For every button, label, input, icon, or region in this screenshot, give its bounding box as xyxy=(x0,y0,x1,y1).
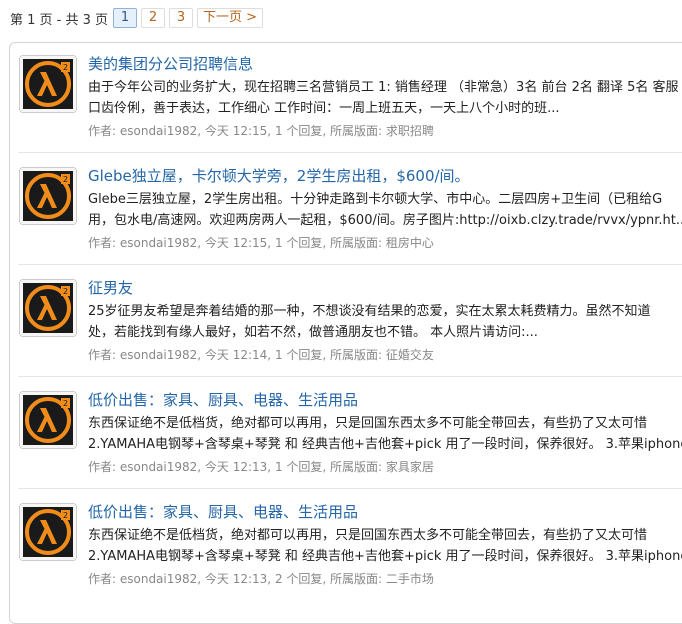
post-excerpt-line: 用，包水电/高速网。欢迎两房两人一起租，$600/间。房子图片:http://o… xyxy=(88,213,682,228)
page-1-button[interactable]: 1 xyxy=(113,8,138,28)
half-life-lambda-icon: 2 xyxy=(23,171,73,221)
post-title[interactable]: 低价出售：家具、厨具、电器、生活用品 xyxy=(88,501,358,522)
post-meta-text: 作者: esondai1982, 今天 12:13, 1 个回复, 所属版面: xyxy=(88,460,386,474)
post-excerpt-line: 处，若能找到有缘人最好，如若不然，做普通朋友也不错。 本人照片请访问:... xyxy=(88,325,538,340)
avatar[interactable]: 2 xyxy=(19,503,77,561)
svg-text:2: 2 xyxy=(63,511,68,520)
forum-link[interactable]: 二手市场 xyxy=(386,572,434,586)
half-life-lambda-icon: 2 xyxy=(23,507,73,557)
post-item: 2 Glebe独立屋，卡尔顿大学旁，2学生房出租，$600/间。 Glebe三层… xyxy=(10,155,682,265)
post-excerpt: Glebe三层独立屋，2学生房出租。十分钟走路到卡尔顿大学、市中心。二层四房+卫… xyxy=(88,189,682,231)
forum-link[interactable]: 征婚交友 xyxy=(386,348,434,362)
svg-text:2: 2 xyxy=(63,399,68,408)
half-life-lambda-icon: 2 xyxy=(23,59,73,109)
post-meta: 作者: esondai1982, 今天 12:13, 1 个回复, 所属版面: … xyxy=(88,458,434,475)
divider xyxy=(18,152,682,153)
post-item: 2 美的集团分公司招聘信息 由于今年公司的业务扩大，现在招聘三名营销员工 1: … xyxy=(10,43,682,153)
post-item: 2 征男友 25岁征男友希望是奔着结婚的那一种，不想谈没有结果的恋爱，实在太累太… xyxy=(10,267,682,377)
divider xyxy=(18,376,682,377)
post-list: 2 美的集团分公司招聘信息 由于今年公司的业务扩大，现在招聘三名营销员工 1: … xyxy=(9,42,682,624)
post-meta-text: 作者: esondai1982, 今天 12:15, 1 个回复, 所属版面: xyxy=(88,236,386,250)
post-title[interactable]: Glebe独立屋，卡尔顿大学旁，2学生房出租，$600/间。 xyxy=(88,165,470,186)
page-2-button[interactable]: 2 xyxy=(141,8,166,28)
post-meta-text: 作者: esondai1982, 今天 12:14, 1 个回复, 所属版面: xyxy=(88,348,386,362)
avatar[interactable]: 2 xyxy=(19,55,77,113)
post-meta-text: 作者: esondai1982, 今天 12:15, 1 个回复, 所属版面: xyxy=(88,124,386,138)
post-excerpt: 25岁征男友希望是奔着结婚的那一种，不想谈没有结果的恋爱，实在太累太耗费精力。虽… xyxy=(88,301,682,343)
post-excerpt-line: 由于今年公司的业务扩大，现在招聘三名营销员工 1: 销售经理 （非常急）3名 前… xyxy=(88,80,679,95)
svg-text:2: 2 xyxy=(63,175,68,184)
divider xyxy=(18,264,682,265)
post-item: 2 低价出售：家具、厨具、电器、生活用品 东西保证绝不是低档货，绝对都可以再用，… xyxy=(10,491,682,601)
post-excerpt-line: 东西保证绝不是低档货，绝对都可以再用，只是回国东西太多不可能全带回去，有些扔了又… xyxy=(88,416,648,431)
page-3-button[interactable]: 3 xyxy=(169,8,194,28)
post-excerpt-line: 东西保证绝不是低档货，绝对都可以再用，只是回国东西太多不可能全带回去，有些扔了又… xyxy=(88,528,648,543)
svg-text:2: 2 xyxy=(63,287,68,296)
post-meta: 作者: esondai1982, 今天 12:14, 1 个回复, 所属版面: … xyxy=(88,346,434,363)
forum-link[interactable]: 家具家居 xyxy=(386,460,434,474)
post-title[interactable]: 美的集团分公司招聘信息 xyxy=(88,53,253,74)
post-title[interactable]: 低价出售：家具、厨具、电器、生活用品 xyxy=(88,389,358,410)
post-excerpt-line: 口齿伶俐，善于表达，工作细心 工作时间：一周上班五天，一天上八个小时的班... xyxy=(88,101,560,116)
post-item: 2 低价出售：家具、厨具、电器、生活用品 东西保证绝不是低档货，绝对都可以再用，… xyxy=(10,379,682,489)
post-meta: 作者: esondai1982, 今天 12:15, 1 个回复, 所属版面: … xyxy=(88,234,434,251)
divider xyxy=(18,488,682,489)
half-life-lambda-icon: 2 xyxy=(23,283,73,333)
post-title[interactable]: 征男友 xyxy=(88,277,133,298)
forum-link[interactable]: 租房中心 xyxy=(386,236,434,250)
pagination: 第 1 页 - 共 3 页 1 2 3 下一页 > xyxy=(10,8,264,28)
avatar[interactable]: 2 xyxy=(19,391,77,449)
avatar[interactable]: 2 xyxy=(19,167,77,225)
post-meta-text: 作者: esondai1982, 今天 12:13, 2 个回复, 所属版面: xyxy=(88,572,386,586)
post-excerpt-line: 2.YAMAHA电钢琴+含琴桌+琴凳 和 经典吉他+吉他套+pick 用了一段时… xyxy=(88,549,682,564)
post-excerpt: 东西保证绝不是低档货，绝对都可以再用，只是回国东西太多不可能全带回去，有些扔了又… xyxy=(88,525,682,567)
half-life-lambda-icon: 2 xyxy=(23,395,73,445)
post-excerpt-line: Glebe三层独立屋，2学生房出租。十分钟走路到卡尔顿大学、市中心。二层四房+卫… xyxy=(88,192,663,207)
svg-text:2: 2 xyxy=(63,63,68,72)
next-page-button[interactable]: 下一页 > xyxy=(197,8,264,28)
avatar[interactable]: 2 xyxy=(19,279,77,337)
forum-link[interactable]: 求职招聘 xyxy=(386,124,434,138)
post-excerpt: 东西保证绝不是低档货，绝对都可以再用，只是回国东西太多不可能全带回去，有些扔了又… xyxy=(88,413,682,455)
post-meta: 作者: esondai1982, 今天 12:13, 2 个回复, 所属版面: … xyxy=(88,570,434,587)
post-excerpt-line: 2.YAMAHA电钢琴+含琴桌+琴凳 和 经典吉他+吉他套+pick 用了一段时… xyxy=(88,437,682,452)
post-excerpt-line: 25岁征男友希望是奔着结婚的那一种，不想谈没有结果的恋爱，实在太累太耗费精力。虽… xyxy=(88,304,651,319)
pagination-summary: 第 1 页 - 共 3 页 xyxy=(10,12,109,28)
post-excerpt: 由于今年公司的业务扩大，现在招聘三名营销员工 1: 销售经理 （非常急）3名 前… xyxy=(88,77,682,119)
post-meta: 作者: esondai1982, 今天 12:15, 1 个回复, 所属版面: … xyxy=(88,122,434,139)
